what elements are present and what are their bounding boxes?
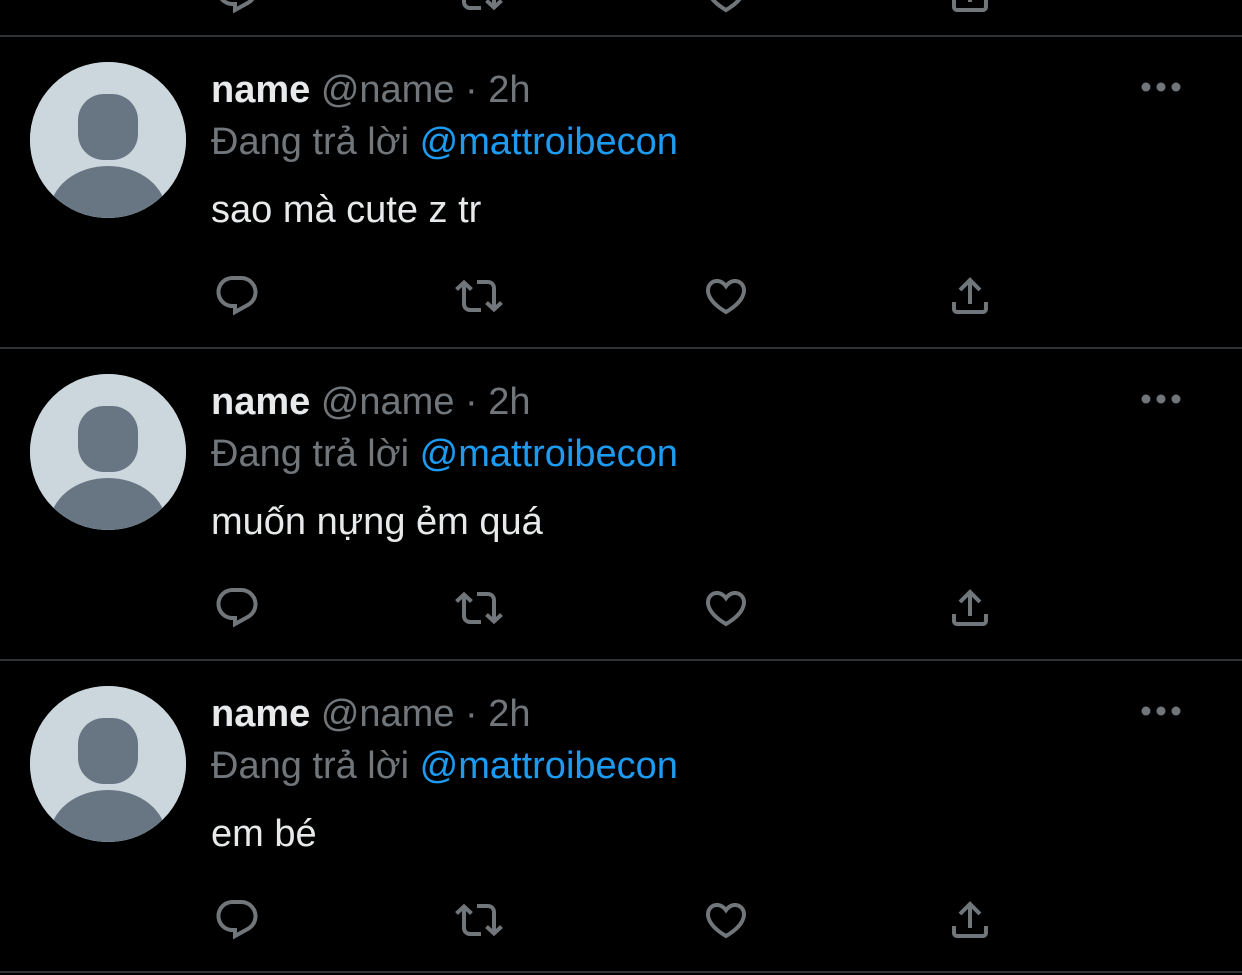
avatar[interactable]: [30, 686, 186, 842]
retweet-icon[interactable]: [453, 584, 505, 632]
tweet-reply[interactable]: name @name · 2h Đang trả lời @mattroibec…: [0, 349, 1242, 659]
avatar[interactable]: [30, 374, 186, 530]
share-icon[interactable]: [944, 0, 996, 18]
previous-tweet-actions: [0, 0, 1242, 14]
timestamp[interactable]: 2h: [488, 693, 530, 735]
mention-link[interactable]: @mattroibecon: [420, 121, 678, 163]
tweet-text: sao mà cute z tr: [211, 189, 482, 231]
reply-icon[interactable]: [211, 0, 263, 18]
tweet-reply[interactable]: name @name · 2h Đang trả lời @mattroibec…: [0, 37, 1242, 347]
tweet-text: em bé: [211, 813, 317, 855]
like-icon[interactable]: [700, 0, 752, 18]
mention-link[interactable]: @mattroibecon: [420, 433, 678, 475]
reply-icon[interactable]: [211, 272, 263, 320]
user-handle[interactable]: @name: [321, 693, 455, 735]
display-name[interactable]: name: [211, 381, 310, 423]
replying-label: Đang trả lời: [211, 121, 410, 163]
like-icon[interactable]: [700, 584, 752, 632]
retweet-icon[interactable]: [453, 0, 505, 18]
avatar[interactable]: [30, 62, 186, 218]
user-handle[interactable]: @name: [321, 381, 455, 423]
replying-label: Đang trả lời: [211, 745, 410, 787]
display-name[interactable]: name: [211, 693, 310, 735]
default-profile-icon: [30, 374, 186, 530]
tweet-header: name @name · 2h: [211, 379, 531, 425]
divider: [0, 971, 1242, 973]
share-icon[interactable]: [944, 584, 996, 632]
reply-icon[interactable]: [211, 584, 263, 632]
share-icon[interactable]: [944, 896, 996, 944]
separator-dot: ·: [465, 693, 478, 735]
replying-to: Đang trả lời @mattroibecon: [211, 119, 678, 165]
retweet-icon[interactable]: [453, 272, 505, 320]
timestamp[interactable]: 2h: [488, 381, 530, 423]
tweet-header: name @name · 2h: [211, 67, 531, 113]
replying-to: Đang trả lời @mattroibecon: [211, 743, 678, 789]
like-icon[interactable]: [700, 272, 752, 320]
share-icon[interactable]: [944, 272, 996, 320]
more-icon[interactable]: [1138, 701, 1184, 721]
mention-link[interactable]: @mattroibecon: [420, 745, 678, 787]
default-profile-icon: [30, 62, 186, 218]
user-handle[interactable]: @name: [321, 69, 455, 111]
tweet-header: name @name · 2h: [211, 691, 531, 737]
separator-dot: ·: [465, 381, 478, 423]
more-icon[interactable]: [1138, 389, 1184, 409]
display-name[interactable]: name: [211, 69, 310, 111]
separator-dot: ·: [465, 69, 478, 111]
default-profile-icon: [30, 686, 186, 842]
replying-label: Đang trả lời: [211, 433, 410, 475]
like-icon[interactable]: [700, 896, 752, 944]
tweet-reply[interactable]: name @name · 2h Đang trả lời @mattroibec…: [0, 661, 1242, 971]
retweet-icon[interactable]: [453, 896, 505, 944]
reply-icon[interactable]: [211, 896, 263, 944]
more-icon[interactable]: [1138, 77, 1184, 97]
tweet-text: muốn nựng ẻm quá: [211, 501, 543, 543]
timestamp[interactable]: 2h: [488, 69, 530, 111]
replying-to: Đang trả lời @mattroibecon: [211, 431, 678, 477]
